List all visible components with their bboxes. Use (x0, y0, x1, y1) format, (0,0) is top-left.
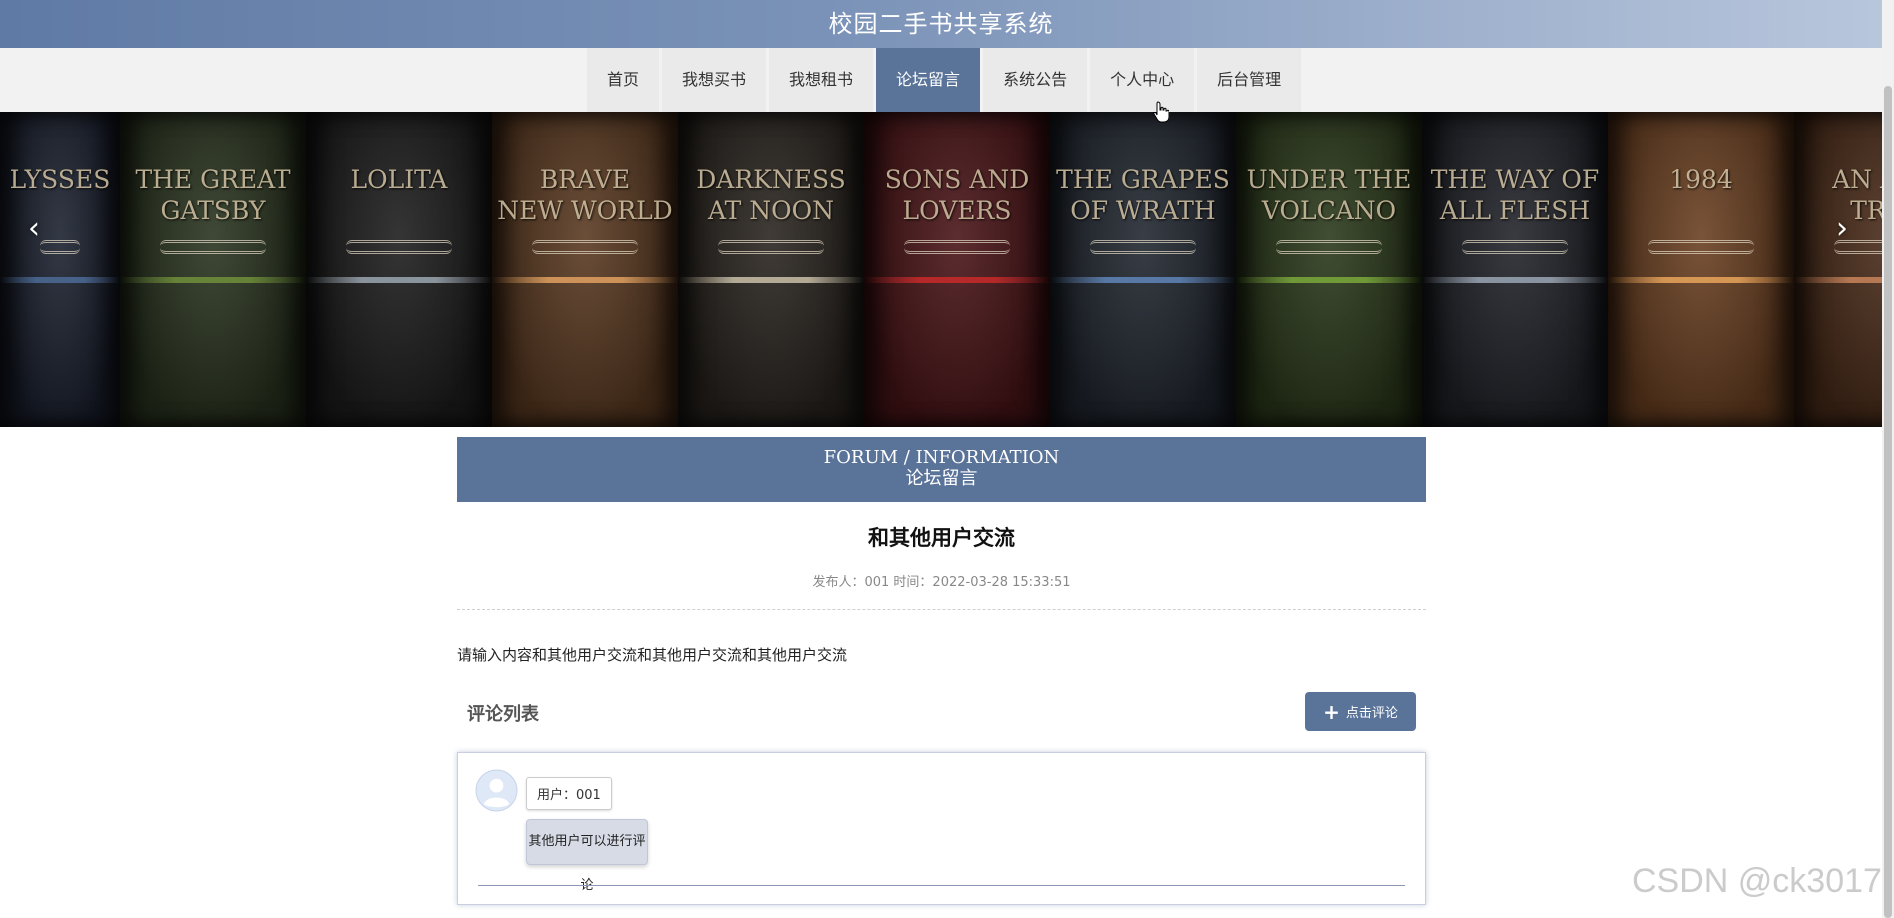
plus-icon: + (1323, 699, 1340, 724)
book-title: THE WAY OF ALL FLESH (1430, 165, 1600, 225)
book-spine: 1984 (1608, 112, 1794, 427)
scrollbar-thumb[interactable] (1884, 86, 1892, 918)
post-divider (457, 609, 1426, 610)
book-title: LOLITA (350, 165, 448, 194)
page-scrollbar[interactable] (1882, 0, 1894, 918)
book-band (678, 277, 864, 283)
book-ornament (1462, 240, 1568, 254)
main-nav: 首页 我想买书 我想租书 论坛留言 系统公告 个人中心 后台管理 (0, 48, 1882, 112)
comment-text: 其他用户可以进行评论 (526, 819, 648, 893)
book-spine: THE GRAPES OF WRATH (1050, 112, 1236, 427)
book-band (1236, 277, 1422, 283)
forum-heading-cn: 论坛留言 (905, 468, 978, 489)
nav-item-rent-books[interactable]: 我想租书 (769, 48, 874, 112)
book-ornament (40, 240, 80, 254)
post-meta: 发布人：001 时间：2022-03-28 15:33:51 (812, 575, 1071, 590)
book-band (306, 277, 492, 283)
book-ornament (718, 240, 824, 254)
book-ornament (532, 240, 638, 254)
site-title: 校园二手书共享系统 (828, 10, 1054, 38)
comment-divider (478, 885, 1405, 886)
book-band (120, 277, 306, 283)
chevron-left-icon: ‹ (28, 211, 40, 246)
nav-item-forum[interactable]: 论坛留言 (876, 48, 981, 112)
book-band (1422, 277, 1608, 283)
nav-item-admin[interactable]: 后台管理 (1197, 48, 1302, 112)
book-spine: THE GREAT GATSBY (120, 112, 306, 427)
add-comment-label: 点击评论 (1345, 706, 1398, 721)
nav-list: 首页 我想买书 我想租书 论坛留言 系统公告 个人中心 后台管理 (587, 48, 1302, 112)
post-title: 和其他用户交流 (868, 526, 1015, 550)
comment-item: 用户：001 其他用户可以进行评论 (457, 752, 1426, 905)
banner-carousel: LYSSES THE GREAT GATSBY LOLITA BRAVE NEW WO… (0, 112, 1882, 427)
nav-item-personal-center[interactable]: 个人中心 (1090, 48, 1195, 112)
forum-heading-en: FORUM / INFORMATION (823, 447, 1060, 468)
book-ornament (1648, 240, 1754, 254)
watermark: CSDN @ck3017 (1632, 862, 1882, 900)
comments-heading: 评论列表 (467, 704, 539, 725)
book-ornament (904, 240, 1010, 254)
comment-user: 用户：001 (526, 777, 612, 810)
hand-cursor-icon (1153, 101, 1169, 123)
book-ornament (160, 240, 266, 254)
forum-heading: FORUM / INFORMATION 论坛留言 (457, 437, 1426, 502)
book-title: BRAVE NEW WORLD (497, 165, 673, 225)
book-title: DARKNESS AT NOON (696, 165, 846, 225)
add-comment-button[interactable]: + 点击评论 (1305, 692, 1416, 731)
carousel-prev-button[interactable]: ‹ (28, 214, 40, 244)
book-band (492, 277, 678, 283)
book-ornament (1276, 240, 1382, 254)
book-spine: BRAVE NEW WORLD (492, 112, 678, 427)
book-spine: LYSSES (0, 112, 120, 427)
book-title: LYSSES (9, 165, 111, 194)
book-band (0, 277, 120, 283)
nav-item-home[interactable]: 首页 (587, 48, 660, 112)
book-ornament (346, 240, 452, 254)
carousel-next-button[interactable]: › (1836, 214, 1848, 244)
book-spine: DARKNESS AT NOON (678, 112, 864, 427)
book-spine: SONS AND LOVERS (864, 112, 1050, 427)
chevron-right-icon: › (1836, 211, 1848, 246)
book-band (1608, 277, 1794, 283)
nav-item-buy-books[interactable]: 我想买书 (662, 48, 767, 112)
page: 校园二手书共享系统 首页 我想买书 我想租书 论坛留言 系统公告 个人中心 后台… (0, 0, 1894, 918)
book-title: 1984 (1669, 165, 1733, 194)
book-title: THE GRAPES OF WRATH (1056, 165, 1230, 225)
book-ornament (1090, 240, 1196, 254)
book-spine: UNDER THE VOLCANO (1236, 112, 1422, 427)
book-band (864, 277, 1050, 283)
book-band (1050, 277, 1236, 283)
book-title: THE GREAT GATSBY (135, 165, 291, 225)
book-spine: LOLITA (306, 112, 492, 427)
post-content: 请输入内容和其他用户交流和其他用户交流和其他用户交流 (457, 646, 848, 664)
nav-item-announcements[interactable]: 系统公告 (983, 48, 1088, 112)
book-title: SONS AND LOVERS (884, 165, 1030, 225)
book-title: UNDER THE VOLCANO (1246, 165, 1412, 225)
book-spine: AN AME TRAG (1794, 112, 1882, 427)
avatar (475, 769, 518, 812)
book-band (1794, 277, 1882, 283)
site-header: 校园二手书共享系统 (0, 0, 1882, 48)
book-spine: THE WAY OF ALL FLESH (1422, 112, 1608, 427)
